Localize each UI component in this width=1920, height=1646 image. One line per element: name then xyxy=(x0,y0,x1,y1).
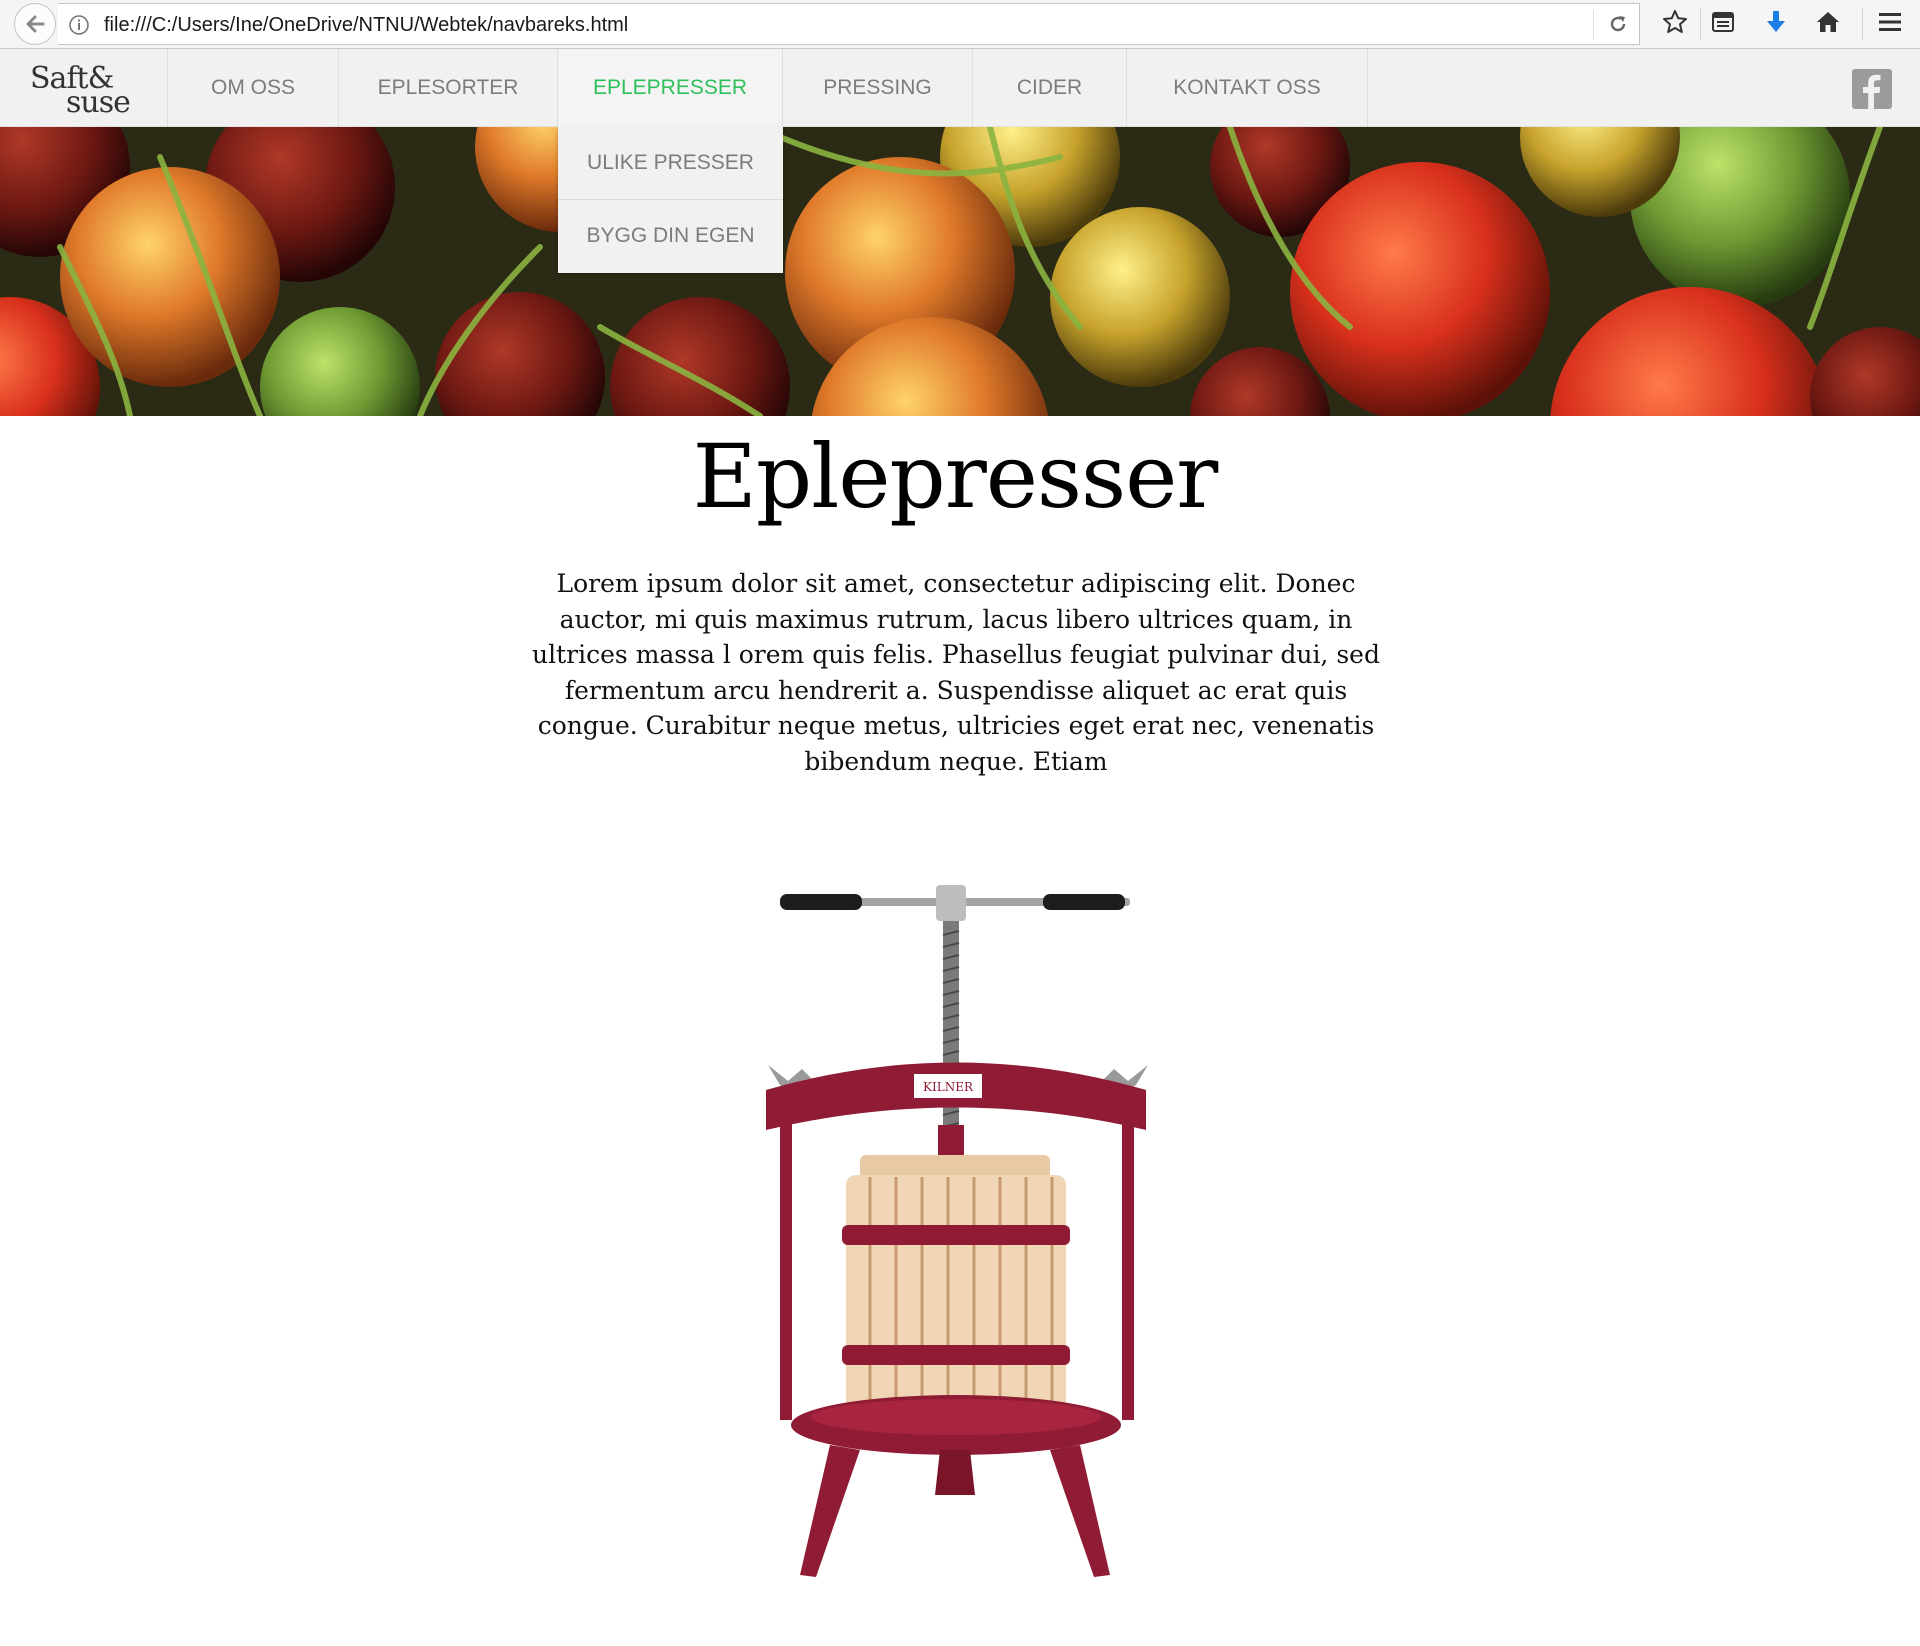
dropdown-item-ulike-presser[interactable]: ULIKE PRESSER xyxy=(558,127,783,200)
fruit-press-image: KILNER xyxy=(760,885,1160,1589)
site-logo[interactable]: Saft& suse xyxy=(0,49,168,127)
fruit-press-illustration: KILNER xyxy=(766,885,1148,1577)
page-title: Eplepresser xyxy=(692,425,1219,528)
reading-list-icon[interactable] xyxy=(1710,9,1736,35)
back-button[interactable] xyxy=(14,3,56,45)
nav-item-pressing[interactable]: PRESSING xyxy=(783,49,973,127)
nav-item-eplepresser[interactable]: EPLEPRESSER xyxy=(558,49,783,127)
nav-item-cider[interactable]: CIDER xyxy=(973,49,1127,127)
toolbar-separator xyxy=(1862,8,1863,40)
hero-image-apples xyxy=(0,127,1920,416)
nav-item-om-oss[interactable]: OM OSS xyxy=(168,49,339,127)
reload-icon[interactable] xyxy=(1607,13,1629,35)
dropdown-item-bygg-din-egen[interactable]: BYGG DIN EGEN xyxy=(558,200,783,272)
eplepresser-dropdown: ULIKE PRESSER BYGG DIN EGEN xyxy=(558,127,783,273)
intro-paragraph: Lorem ipsum dolor sit amet, consectetur … xyxy=(532,569,1380,776)
facebook-glyph xyxy=(1863,74,1881,109)
url-text[interactable]: file:///C:/Users/Ine/OneDrive/NTNU/Webte… xyxy=(104,4,628,46)
back-arrow-icon xyxy=(26,15,45,33)
info-icon[interactable] xyxy=(68,14,90,36)
site-navbar: Saft& suse OM OSS EPLESORTER EPLEPRESSER… xyxy=(0,49,1920,127)
facebook-icon[interactable] xyxy=(1852,69,1892,109)
menu-icon[interactable] xyxy=(1877,9,1903,35)
toolbar-separator xyxy=(1700,8,1701,40)
star-icon[interactable] xyxy=(1662,9,1688,35)
nav-item-eplesorter[interactable]: EPLESORTER xyxy=(339,49,558,127)
press-brand-label: KILNER xyxy=(923,1080,974,1094)
browser-toolbar: file:///C:/Users/Ine/OneDrive/NTNU/Webte… xyxy=(0,0,1920,49)
download-icon[interactable] xyxy=(1763,9,1789,35)
home-icon[interactable] xyxy=(1815,9,1841,35)
url-bar[interactable]: file:///C:/Users/Ine/OneDrive/NTNU/Webte… xyxy=(58,3,1640,45)
apples-illustration xyxy=(0,127,1920,416)
reload-separator xyxy=(1593,10,1594,40)
logo-text-bottom: suse xyxy=(66,85,131,120)
nav-item-kontakt-oss[interactable]: KONTAKT OSS xyxy=(1127,49,1368,127)
